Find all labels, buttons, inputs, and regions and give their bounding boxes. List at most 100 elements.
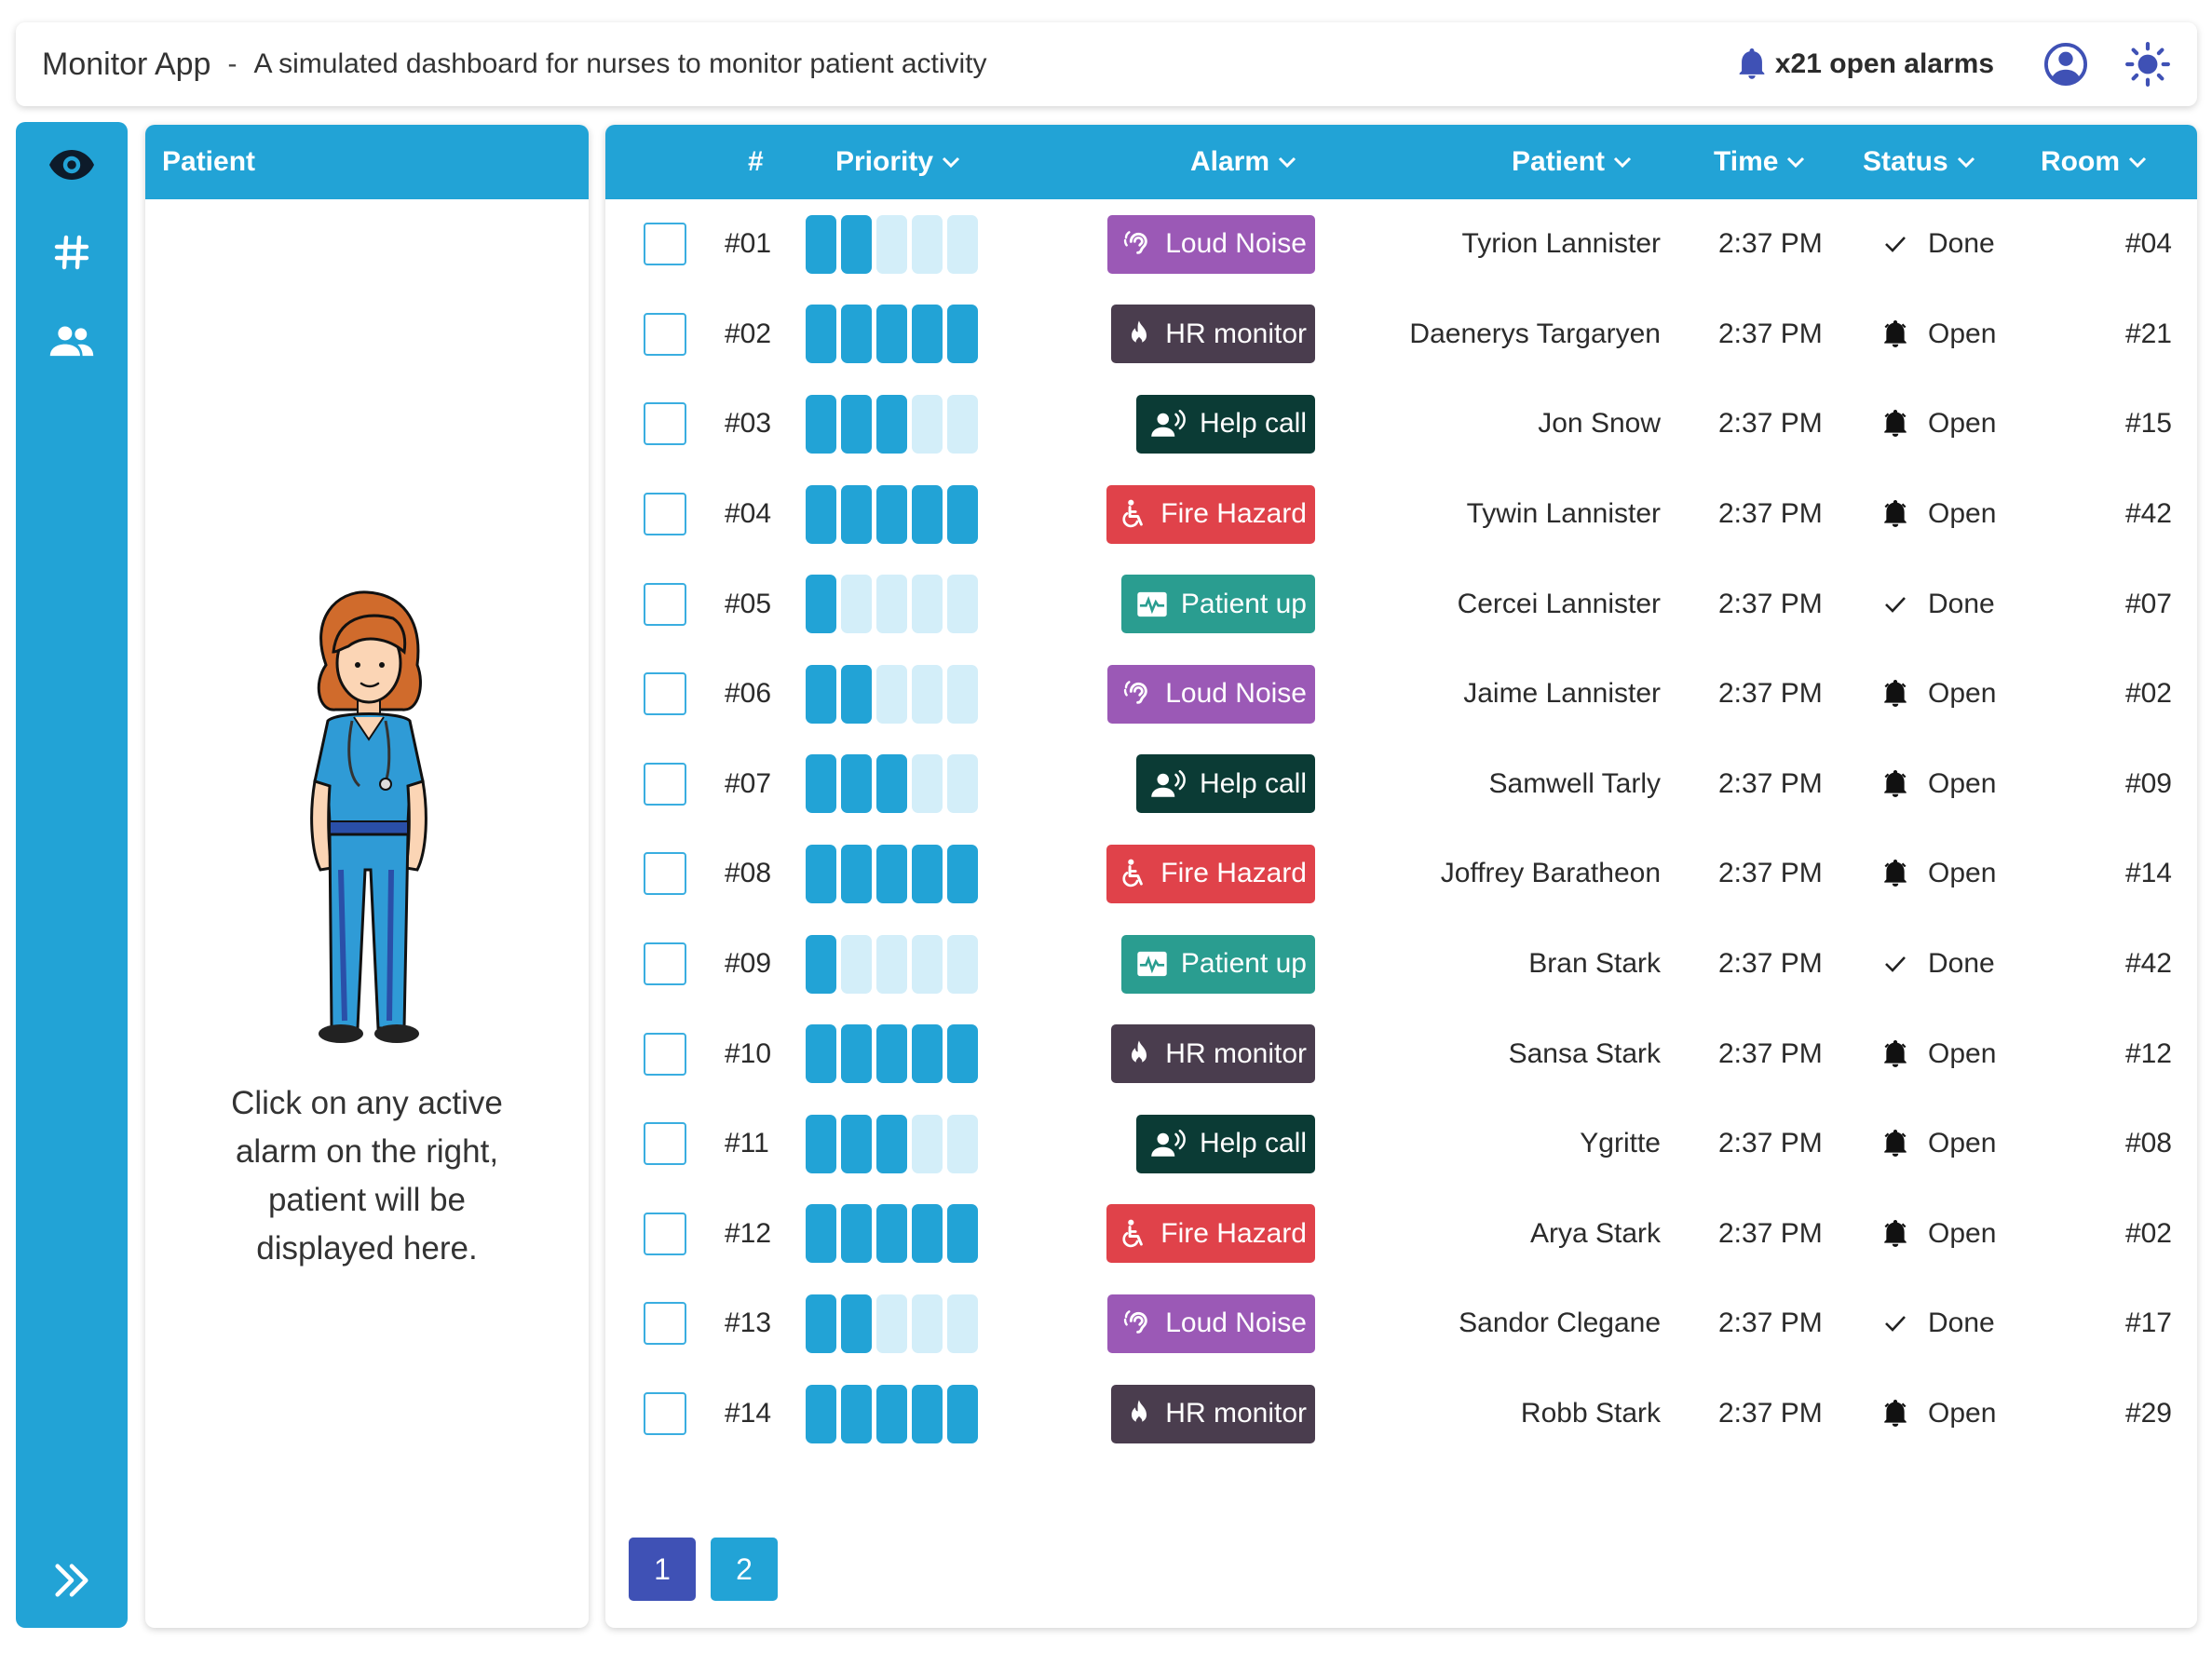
table-row[interactable]: #11 Help call Ygritte 2:37 PM Open #08 <box>605 1099 2197 1189</box>
priority-indicator <box>806 575 978 634</box>
patient-name: Ygritte <box>1580 1128 1661 1159</box>
col-header-status[interactable]: Status <box>1863 125 1976 199</box>
priority-bar <box>947 1204 978 1264</box>
table-row[interactable]: #08 Fire Hazard Joffrey Baratheon 2:37 PM Op… <box>605 829 2197 919</box>
bell-icon <box>1738 48 1775 80</box>
alarm-tag[interactable]: Fire Hazard <box>1106 484 1315 544</box>
table-row[interactable]: #12 Fire Hazard Arya Stark 2:37 PM Open #02 <box>605 1189 2197 1280</box>
priority-bar <box>806 664 836 724</box>
page-button-2[interactable]: 2 <box>711 1538 778 1601</box>
table-row[interactable]: #04 Fire Hazard Tywin Lannister 2:37 PM Open… <box>605 469 2197 560</box>
alarm-tag[interactable]: Help call <box>1135 754 1315 814</box>
table-row[interactable]: #03 Help call Jon Snow 2:37 PM Open #15 <box>605 379 2197 469</box>
table-row[interactable]: #10 HR monitor Sansa Stark 2:37 PM Open #12 <box>605 1009 2197 1099</box>
row-checkbox[interactable] <box>644 1392 686 1436</box>
col-header-alarm[interactable]: Alarm <box>1190 125 1297 199</box>
alarm-tag[interactable]: Loud Noise <box>1107 1294 1315 1353</box>
alarm-tag[interactable]: HR monitor <box>1111 1384 1315 1443</box>
table-row[interactable]: #02 HR monitor Daenerys Targaryen 2:37 PM Op… <box>605 290 2197 380</box>
table-row[interactable]: #13 Loud Noise Sandor Clegane 2:37 PM Done #1… <box>605 1279 2197 1369</box>
check-icon <box>1881 594 1909 615</box>
alarm-tag[interactable]: Patient up <box>1120 575 1315 634</box>
eye-icon <box>47 148 96 182</box>
priority-indicator <box>806 484 978 544</box>
patient-name: Robb Stark <box>1520 1398 1661 1429</box>
row-checkbox[interactable] <box>644 852 686 896</box>
alarm-tag[interactable]: Patient up <box>1120 934 1315 994</box>
priority-bar <box>876 484 907 544</box>
table-row[interactable]: #14 HR monitor Robb Stark 2:37 PM Open #29 <box>605 1369 2197 1459</box>
col-header-priority[interactable]: Priority <box>835 125 961 199</box>
priority-bar <box>876 1024 907 1084</box>
table-row[interactable]: #09 Patient up Bran Stark 2:37 PM Done #42 <box>605 919 2197 1009</box>
row-checkbox[interactable] <box>644 1032 686 1076</box>
row-checkbox[interactable] <box>644 1122 686 1166</box>
alarm-tag[interactable]: Loud Noise <box>1107 214 1315 274</box>
status-label: Open <box>1928 767 1997 799</box>
alarm-tag[interactable]: HR monitor <box>1111 1024 1315 1084</box>
alarm-time: 2:37 PM <box>1718 1307 1823 1339</box>
table-header: # Priority Alarm Patient Time Status Roo… <box>605 125 2197 199</box>
priority-bar <box>876 1384 907 1443</box>
chevron-down-icon <box>941 156 961 169</box>
alarm-label: Help call <box>1199 408 1307 440</box>
table-row[interactable]: #05 Patient up Cercei Lannister 2:37 PM Done… <box>605 559 2197 649</box>
priority-bar <box>912 934 943 994</box>
nav-patients[interactable] <box>16 313 128 369</box>
priority-bar <box>912 754 943 814</box>
alarm-label: Loud Noise <box>1165 678 1307 710</box>
row-checkbox[interactable] <box>644 942 686 986</box>
table-row[interactable]: #06 Loud Noise Jaime Lannister 2:37 PM Open #… <box>605 649 2197 739</box>
row-checkbox[interactable] <box>644 493 686 536</box>
priority-bar <box>912 305 943 364</box>
priority-bar <box>841 754 872 814</box>
row-checkbox[interactable] <box>644 1212 686 1255</box>
priority-bar <box>912 1384 943 1443</box>
row-checkbox[interactable] <box>644 402 686 446</box>
nav-rooms[interactable] <box>16 224 128 280</box>
alarm-tag[interactable]: Help call <box>1135 394 1315 454</box>
sun-icon[interactable] <box>2124 41 2171 88</box>
row-checkbox[interactable] <box>644 582 686 626</box>
bell-ring-icon <box>1881 1219 1909 1248</box>
priority-bar <box>912 1204 943 1264</box>
row-checkbox[interactable] <box>644 1302 686 1346</box>
alarm-time: 2:37 PM <box>1718 498 1823 530</box>
account-circle-icon[interactable] <box>2044 43 2087 86</box>
col-header-time[interactable]: Time <box>1714 125 1806 199</box>
wheelchair-icon <box>1121 859 1160 888</box>
alarm-table-panel: # Priority Alarm Patient Time Status Roo… <box>605 125 2197 1628</box>
nav-expand[interactable] <box>16 1552 128 1608</box>
open-alarms-indicator[interactable]: x21 open alarms <box>1738 48 1994 80</box>
col-header-room[interactable]: Room <box>2041 125 2148 199</box>
alarm-tag[interactable]: Loud Noise <box>1107 664 1315 724</box>
alarm-tag[interactable]: Help call <box>1135 1114 1315 1173</box>
priority-bar <box>947 664 978 724</box>
alarm-tag[interactable]: Fire Hazard <box>1106 844 1315 903</box>
room-number: #07 <box>2124 588 2172 619</box>
patient-name: Tywin Lannister <box>1466 498 1661 530</box>
person-voice-icon <box>1151 1130 1200 1158</box>
alarm-number: #06 <box>725 678 772 710</box>
priority-indicator <box>806 754 978 814</box>
alarm-tag[interactable]: Fire Hazard <box>1106 1204 1315 1264</box>
table-row[interactable]: #01 Loud Noise Tyrion Lannister 2:37 PM Done… <box>605 199 2197 290</box>
row-checkbox[interactable] <box>644 223 686 266</box>
patient-name: Bran Stark <box>1528 948 1661 980</box>
patient-name: Arya Stark <box>1529 1217 1661 1249</box>
table-row[interactable]: #07 Help call Samwell Tarly 2:37 PM Open #09 <box>605 739 2197 830</box>
priority-bar <box>947 214 978 274</box>
priority-indicator <box>806 1294 978 1353</box>
alarm-tag[interactable]: HR monitor <box>1111 305 1315 364</box>
row-checkbox[interactable] <box>644 762 686 806</box>
row-checkbox[interactable] <box>644 312 686 356</box>
page-button-1[interactable]: 1 <box>629 1538 696 1601</box>
col-header-patient[interactable]: Patient <box>1512 125 1633 199</box>
check-icon <box>1881 1313 1909 1334</box>
room-number: #42 <box>2124 498 2172 530</box>
alarm-time: 2:37 PM <box>1718 1217 1823 1249</box>
nav-monitor[interactable] <box>16 137 128 193</box>
priority-bar <box>912 1024 943 1084</box>
ear-icon <box>1122 1308 1165 1338</box>
row-checkbox[interactable] <box>644 672 686 716</box>
